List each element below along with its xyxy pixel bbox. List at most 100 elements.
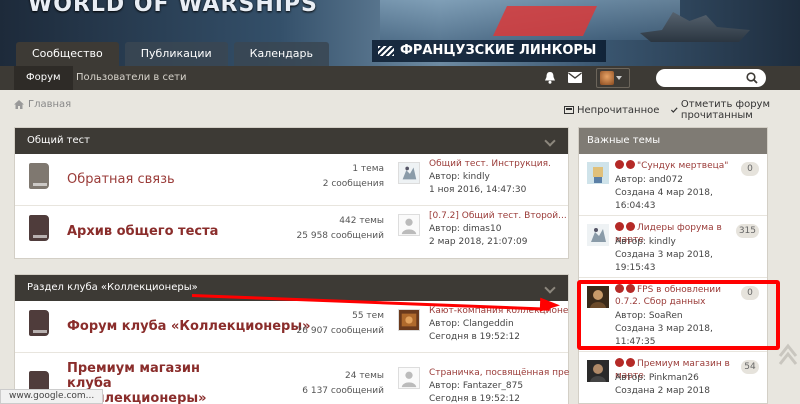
chevron-down-icon[interactable]	[544, 135, 556, 147]
scroll-to-top-icon[interactable]	[778, 342, 798, 368]
reply-count-badge: 54	[741, 360, 759, 374]
mark-read-link[interactable]: Отметить форум прочитанным	[671, 99, 800, 121]
last-post-date: Сегодня в 19:52:12	[429, 394, 521, 404]
chevron-down-icon[interactable]	[544, 282, 556, 294]
annotation-highlight-box	[577, 280, 780, 350]
topic-author: Автор: Pinkman26	[615, 373, 699, 383]
last-post: [0.7.2] Общий тест. Второй... Автор: dim…	[429, 210, 569, 249]
star-icon	[626, 358, 635, 367]
unread-label: Непрочитанное	[577, 104, 660, 116]
breadcrumb: Главная	[14, 99, 71, 110]
pin-icon	[615, 222, 624, 231]
pin-icon	[615, 358, 624, 367]
topic-count: 24 темы	[345, 371, 384, 381]
category-header[interactable]: Общий тест	[15, 128, 568, 154]
forum-title[interactable]: Обратная связь	[67, 172, 175, 187]
sub-nav: Форум Пользователи в сети	[0, 66, 800, 90]
post-count: 2 сообщения	[322, 179, 384, 189]
last-post-date: Сегодня в 19:52:12	[429, 332, 521, 342]
topic-created: Создана 4 мар 2018, 16:04:43	[615, 188, 713, 211]
main-tabs: Сообщество Публикации Календарь	[16, 42, 330, 66]
important-topics: Важные темы "Сундук мертвеца" Автор: and…	[578, 127, 768, 404]
forum-book-icon	[29, 310, 49, 336]
reply-count-badge: 0	[741, 162, 759, 176]
topic-count: 1 тема	[352, 164, 384, 174]
last-post: Страничка, посвящённая пре... Автор: Fan…	[429, 367, 569, 404]
avatar	[600, 71, 614, 85]
banner-flag	[493, 6, 597, 36]
topic-title[interactable]: "Сундук мертвеца"	[615, 160, 735, 172]
inbox-icon	[564, 106, 574, 114]
forum-row: Форум клуба «Коллекционеры» 55 тем 26 90…	[15, 301, 569, 353]
forum-title[interactable]: Архив общего теста	[67, 224, 218, 239]
last-post-author: Автор: dimas10	[429, 224, 502, 234]
site-banner: WORLD OF WARSHIPS ФРАНЦУЗСКИЕ ЛИНКОРЫ Со…	[0, 0, 800, 68]
forum-row: Обратная связь 1 тема 2 сообщения Общий …	[15, 154, 568, 206]
flag-icon	[378, 46, 394, 56]
topic-count: 442 темы	[339, 216, 384, 226]
forum-stats: 24 темы 6 137 сообщений	[302, 369, 384, 399]
topic-created: Создана 3 мар 2018, 19:15:43	[615, 250, 713, 273]
forum-title[interactable]: Форум клуба «Коллекционеры»	[67, 319, 311, 334]
browser-status-url: www.google.com...	[0, 389, 104, 404]
last-post-avatar[interactable]	[398, 367, 420, 389]
forum-row: Архив общего теста 442 темы 25 958 сообщ…	[15, 206, 568, 258]
forum-stats: 55 тем 26 907 сообщений	[297, 309, 384, 339]
topic-avatar[interactable]	[587, 162, 609, 184]
last-post-author: Автор: Clangeddin	[429, 319, 514, 329]
bell-icon[interactable]	[544, 71, 556, 84]
forum-actions: Непрочитанное Отметить форум прочитанным	[564, 99, 800, 121]
search-icon[interactable]	[746, 72, 758, 84]
tab-community[interactable]: Сообщество	[16, 42, 119, 66]
important-topic: Лидеры форума в марте Автор: kindly Созд…	[579, 216, 767, 278]
last-post-avatar[interactable]	[398, 162, 420, 184]
category-title: Раздел клуба «Коллекционеры»	[27, 282, 198, 293]
tab-calendar[interactable]: Календарь	[233, 42, 330, 66]
last-post-date: 2 мар 2018, 21:07:09	[429, 237, 528, 247]
promo-label: ФРАНЦУЗСКИЕ ЛИНКОРЫ	[400, 43, 597, 58]
last-post-title[interactable]: Общий тест. Инструкция.	[429, 158, 569, 171]
last-post-title[interactable]: [0.7.2] Общий тест. Второй...	[429, 210, 569, 223]
topic-author: Автор: kindly	[615, 237, 676, 247]
subnav-online-users[interactable]: Пользователи в сети	[64, 66, 198, 90]
annotation-arrow-head	[539, 297, 561, 313]
mark-read-label: Отметить форум прочитанным	[680, 99, 771, 121]
star-icon	[626, 160, 635, 169]
last-post-avatar[interactable]	[398, 309, 420, 331]
unread-link[interactable]: Непрочитанное	[564, 99, 659, 121]
last-post-author: Автор: Fantazer_875	[429, 381, 524, 391]
forum-book-icon	[29, 215, 49, 241]
site-logo[interactable]: WORLD OF WARSHIPS	[28, 0, 318, 17]
home-icon	[14, 100, 24, 109]
tab-publications[interactable]: Публикации	[124, 42, 228, 66]
check-icon	[671, 107, 678, 113]
star-icon	[626, 222, 635, 231]
topic-created: Создана 2 мар 2018	[615, 386, 710, 396]
forum-stats: 1 тема 2 сообщения	[323, 162, 384, 192]
topic-avatar[interactable]	[587, 224, 609, 246]
breadcrumb-home[interactable]: Главная	[28, 99, 71, 110]
category-title: Общий тест	[27, 135, 90, 146]
topic-count: 55 тем	[352, 311, 384, 321]
reply-count-badge: 315	[735, 224, 759, 238]
topic-author: Автор: and072	[615, 175, 683, 185]
mail-icon[interactable]	[568, 72, 582, 83]
last-post-date: 1 ноя 2016, 14:47:30	[429, 185, 527, 195]
last-post-author: Автор: kindly	[429, 172, 490, 182]
forum-stats: 442 темы 25 958 сообщений	[297, 214, 384, 244]
chevron-down-icon	[616, 76, 622, 80]
topic-avatar[interactable]	[587, 360, 609, 382]
post-count: 6 137 сообщений	[302, 386, 384, 396]
post-count: 26 907 сообщений	[296, 326, 384, 336]
last-post-avatar[interactable]	[398, 214, 420, 236]
sidebar-title: Важные темы	[579, 128, 767, 154]
promo-banner[interactable]: ФРАНЦУЗСКИЕ ЛИНКОРЫ	[372, 40, 607, 62]
last-post: Общий тест. Инструкция. Автор: kindly 1 …	[429, 158, 569, 197]
user-menu[interactable]	[596, 68, 630, 88]
forum-book-icon	[29, 163, 49, 189]
important-topic: "Сундук мертвеца" Автор: and072 Создана …	[579, 154, 767, 216]
pin-icon	[615, 160, 624, 169]
last-post-title[interactable]: Страничка, посвящённая пре...	[429, 367, 569, 380]
category-general-test: Общий тест Обратная связь 1 тема 2 сообщ…	[14, 127, 569, 259]
post-count: 25 958 сообщений	[296, 231, 384, 241]
